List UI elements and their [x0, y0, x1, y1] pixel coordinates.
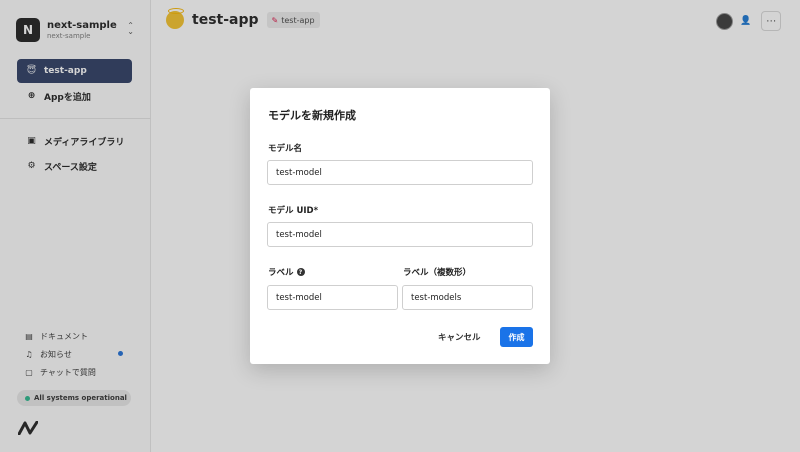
- cancel-button[interactable]: キャンセル: [438, 328, 481, 346]
- dialog-title: モデルを新規作成: [268, 109, 356, 122]
- model-name-label: モデル名: [268, 144, 303, 154]
- model-uid-input[interactable]: [267, 222, 533, 247]
- label-plural-label: ラベル（複数形）: [403, 268, 472, 278]
- label-singular-text: ラベル: [268, 268, 294, 278]
- create-model-dialog: モデルを新規作成 モデル名 モデル UID* ラベル ? ラベル（複数形） キャ…: [250, 88, 550, 364]
- label-singular-label: ラベル ?: [268, 266, 305, 278]
- label-plural-input[interactable]: [402, 285, 533, 310]
- model-name-input[interactable]: [267, 160, 533, 185]
- label-singular-input[interactable]: [267, 285, 398, 310]
- model-uid-label: モデル UID*: [268, 206, 319, 216]
- help-icon[interactable]: ?: [296, 268, 305, 276]
- create-button[interactable]: 作成: [500, 327, 533, 347]
